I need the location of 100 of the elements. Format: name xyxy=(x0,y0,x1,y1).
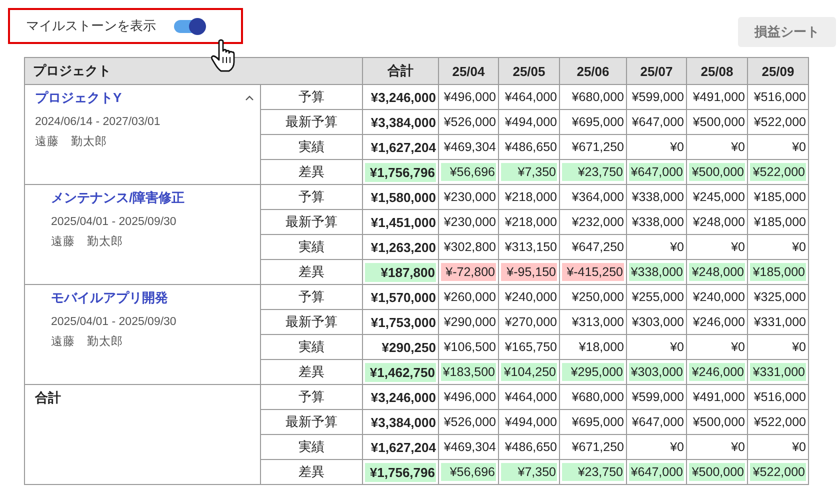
table-cell: ¥295,000 xyxy=(560,360,626,384)
table-cell: ¥1,580,000 xyxy=(362,184,438,210)
table-cell: ¥1,627,204 xyxy=(362,434,438,460)
table-cell: ¥647,000 xyxy=(626,410,686,434)
table-cell: ¥185,000 xyxy=(748,184,808,210)
project-period: 2024/06/14 - 2027/03/01 xyxy=(35,116,162,128)
table-cell: ¥695,000 xyxy=(560,410,626,434)
table-cell: ¥0 xyxy=(626,234,686,260)
table-cell: ¥165,750 xyxy=(498,334,560,360)
table-cell: ¥1,753,000 xyxy=(362,310,438,334)
table-cell: ¥1,570,000 xyxy=(362,284,438,310)
table-cell: ¥187,800 xyxy=(362,260,438,284)
metric-label: 実績 xyxy=(260,134,362,160)
table-cell: ¥-95,150 xyxy=(498,260,560,284)
column-header: 合計 xyxy=(362,58,438,84)
table-cell: ¥338,000 xyxy=(626,184,686,210)
table-cell: ¥230,000 xyxy=(438,210,498,234)
table-cell: ¥23,750 xyxy=(560,160,626,184)
project-name[interactable]: メンテナンス/障害修正 xyxy=(51,189,185,207)
table-cell: ¥3,384,000 xyxy=(362,410,438,434)
table-cell: ¥494,000 xyxy=(498,110,560,134)
table-cell: ¥3,246,000 xyxy=(362,384,438,410)
project-name[interactable]: モバイルアプリ開発 xyxy=(51,289,168,307)
table-cell: ¥496,000 xyxy=(438,84,498,110)
chevron-icon[interactable] xyxy=(245,95,254,101)
table-cell: ¥0 xyxy=(626,134,686,160)
metric-label: 差異 xyxy=(260,360,362,384)
table-cell: ¥246,000 xyxy=(686,360,748,384)
table-cell: ¥1,756,796 xyxy=(362,160,438,184)
metric-label: 予算 xyxy=(260,84,362,110)
metric-label: 最新予算 xyxy=(260,210,362,234)
table-cell: ¥303,000 xyxy=(626,360,686,384)
table-cell: ¥248,000 xyxy=(686,260,748,284)
table-cell: ¥230,000 xyxy=(438,184,498,210)
table-cell: ¥647,000 xyxy=(626,110,686,134)
table-cell: ¥599,000 xyxy=(626,384,686,410)
table-cell: ¥23,750 xyxy=(560,460,626,484)
project-owner: 遠藤 勤太郎 xyxy=(51,234,124,249)
project-name[interactable]: プロジェクトY xyxy=(35,89,122,107)
table-cell: ¥522,000 xyxy=(748,160,808,184)
table-cell: ¥-72,800 xyxy=(438,260,498,284)
table-cell: ¥106,500 xyxy=(438,334,498,360)
table-cell: ¥526,000 xyxy=(438,410,498,434)
metric-label: 差異 xyxy=(260,260,362,284)
column-header: 25/06 xyxy=(560,58,626,84)
table-cell: ¥500,000 xyxy=(686,460,748,484)
table-cell: ¥3,384,000 xyxy=(362,110,438,134)
table-cell: ¥260,000 xyxy=(438,284,498,310)
table-cell: ¥218,000 xyxy=(498,210,560,234)
table-cell: ¥491,000 xyxy=(686,384,748,410)
table-cell: ¥695,000 xyxy=(560,110,626,134)
pl-sheet-button[interactable]: 損益シート xyxy=(738,17,836,47)
table-cell: ¥240,000 xyxy=(686,284,748,310)
table-cell: ¥516,000 xyxy=(748,384,808,410)
table-cell: ¥183,500 xyxy=(438,360,498,384)
table-cell: ¥671,250 xyxy=(560,134,626,160)
toggle-label: マイルストーンを表示 xyxy=(26,17,156,35)
metric-label: 予算 xyxy=(260,284,362,310)
table-cell: ¥313,000 xyxy=(560,310,626,334)
table-cell: ¥599,000 xyxy=(626,84,686,110)
metric-label: 実績 xyxy=(260,234,362,260)
table-cell: ¥218,000 xyxy=(498,184,560,210)
metric-label: 最新予算 xyxy=(260,410,362,434)
table-cell: ¥680,000 xyxy=(560,384,626,410)
table-cell: ¥7,350 xyxy=(498,160,560,184)
table-cell: ¥18,000 xyxy=(560,334,626,360)
table-cell: ¥1,756,796 xyxy=(362,460,438,484)
column-header: プロジェクト xyxy=(24,58,362,84)
metric-label: 予算 xyxy=(260,384,362,410)
table-cell: ¥494,000 xyxy=(498,410,560,434)
table-cell: ¥496,000 xyxy=(438,384,498,410)
table-cell: ¥464,000 xyxy=(498,384,560,410)
table-cell: ¥522,000 xyxy=(748,410,808,434)
table-cell: ¥1,451,000 xyxy=(362,210,438,234)
table-cell: ¥240,000 xyxy=(498,284,560,310)
project-name: 合計 xyxy=(35,389,61,407)
table-cell: ¥500,000 xyxy=(686,110,748,134)
metric-label: 差異 xyxy=(260,460,362,484)
table-cell: ¥313,150 xyxy=(498,234,560,260)
table-cell: ¥671,250 xyxy=(560,434,626,460)
table-cell: ¥0 xyxy=(686,434,748,460)
table-cell: ¥0 xyxy=(748,234,808,260)
metric-label: 差異 xyxy=(260,160,362,184)
table-cell: ¥0 xyxy=(748,334,808,360)
table-cell: ¥245,000 xyxy=(686,184,748,210)
table-cell: ¥248,000 xyxy=(686,210,748,234)
table-cell: ¥486,650 xyxy=(498,434,560,460)
table-cell: ¥3,246,000 xyxy=(362,84,438,110)
table-cell: ¥331,000 xyxy=(748,360,808,384)
metric-label: 予算 xyxy=(260,184,362,210)
table-cell: ¥56,696 xyxy=(438,160,498,184)
column-header: 25/07 xyxy=(626,58,686,84)
column-header: 25/09 xyxy=(748,58,808,84)
table-cell: ¥500,000 xyxy=(686,160,748,184)
table-cell: ¥469,304 xyxy=(438,134,498,160)
table-cell: ¥185,000 xyxy=(748,210,808,234)
milestone-toggle[interactable] xyxy=(174,20,204,32)
table-cell: ¥331,000 xyxy=(748,310,808,334)
table-cell: ¥303,000 xyxy=(626,310,686,334)
table-cell: ¥338,000 xyxy=(626,210,686,234)
